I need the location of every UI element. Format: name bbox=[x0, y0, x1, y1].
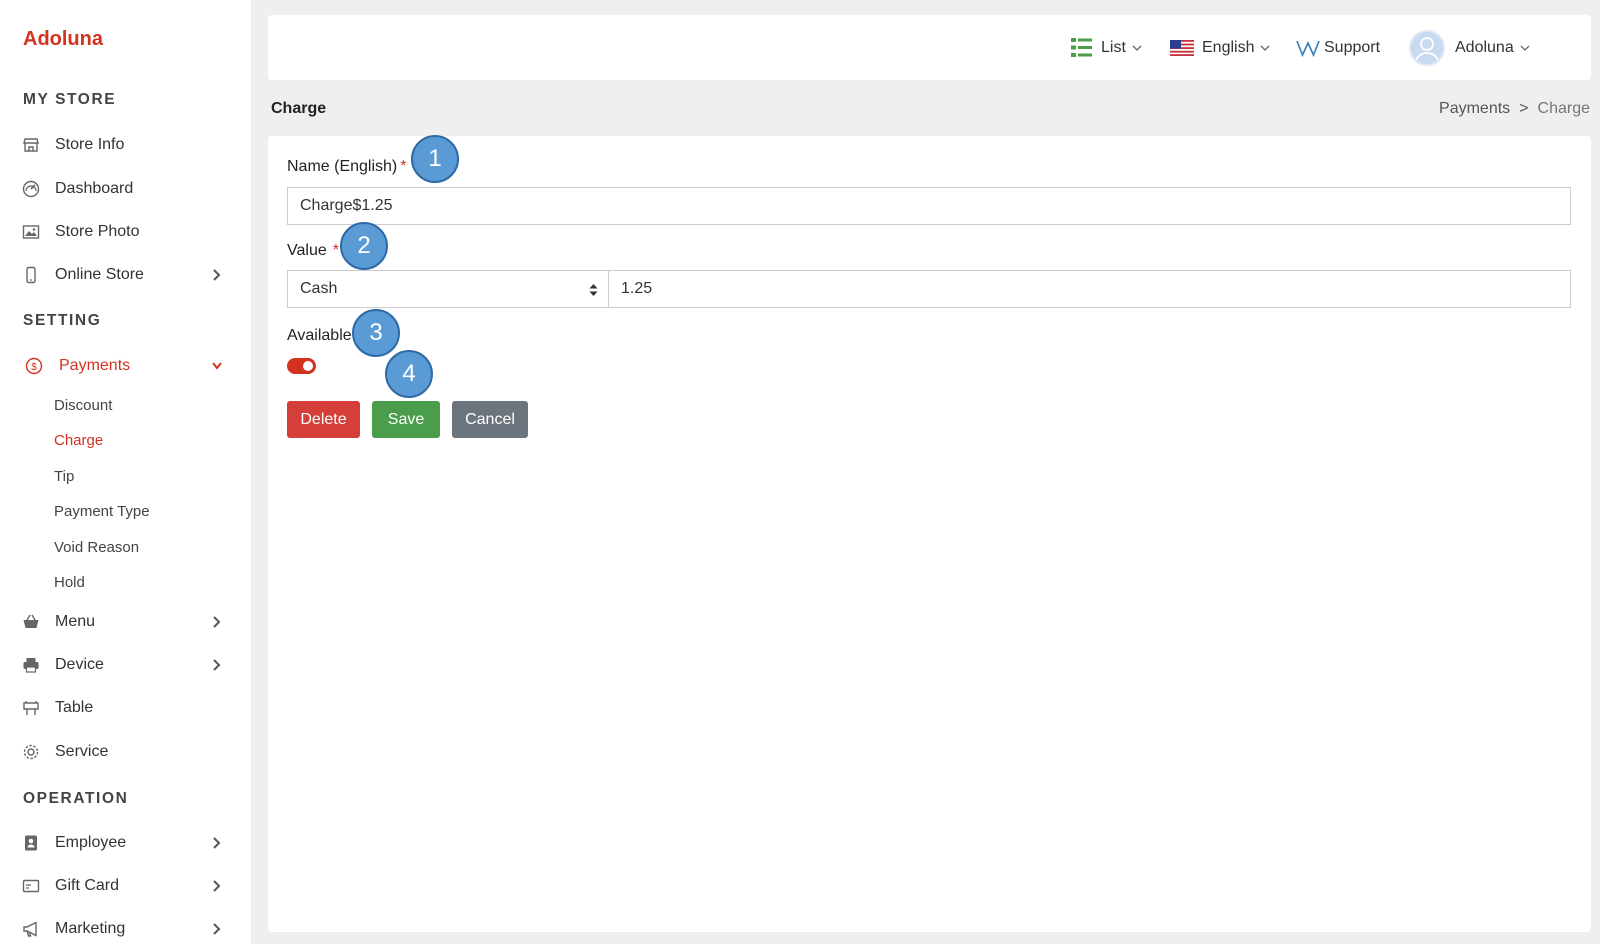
select-arrows-icon bbox=[589, 284, 598, 296]
sidebar-subitem-void-reason[interactable]: Void Reason bbox=[54, 539, 139, 556]
annotation-2: 2 bbox=[340, 222, 388, 270]
sidebar-item-label: Dashboard bbox=[55, 180, 134, 197]
sidebar-item-dashboard[interactable]: Dashboard bbox=[0, 171, 251, 207]
value-label-text: Value bbox=[287, 242, 327, 259]
avatar bbox=[1409, 29, 1445, 66]
name-input[interactable] bbox=[287, 187, 1571, 225]
sidebar-item-label: Table bbox=[55, 699, 94, 716]
cancel-button[interactable]: Cancel bbox=[452, 401, 528, 438]
annotation-1: 1 bbox=[411, 135, 459, 183]
chevron-down-icon bbox=[212, 362, 222, 370]
megaphone-icon bbox=[23, 921, 37, 937]
sidebar-item-payments[interactable]: $ Payments bbox=[0, 348, 251, 384]
svg-text:$: $ bbox=[31, 362, 37, 373]
chevron-right-icon bbox=[213, 880, 221, 892]
sidebar-item-label: Store Photo bbox=[55, 223, 140, 240]
value-type-selected: Cash bbox=[300, 280, 338, 297]
sidebar-subitem-hold[interactable]: Hold bbox=[54, 574, 85, 591]
sidebar: Adoluna MY STORE Store Info Dashboard St… bbox=[0, 0, 251, 944]
sidebar-subitem-payment-type[interactable]: Payment Type bbox=[54, 503, 150, 520]
wiki-icon bbox=[1296, 40, 1320, 57]
section-operation: OPERATION bbox=[23, 790, 129, 807]
sidebar-item-employee[interactable]: Employee bbox=[0, 825, 251, 861]
save-button[interactable]: Save bbox=[372, 401, 440, 438]
annotation-3: 3 bbox=[352, 309, 400, 357]
sidebar-item-label: Online Store bbox=[55, 266, 144, 283]
support-label: Support bbox=[1324, 38, 1381, 56]
list-menu-label: List bbox=[1101, 38, 1126, 56]
available-toggle[interactable] bbox=[287, 358, 316, 374]
chevron-right-icon bbox=[213, 269, 221, 281]
sidebar-item-label: Store Info bbox=[55, 136, 125, 153]
chevron-down-icon bbox=[1132, 45, 1142, 51]
breadcrumb-charge: Charge bbox=[1537, 100, 1590, 117]
charge-form-card: Name (English)* Value* Cash Available De… bbox=[268, 136, 1591, 932]
sidebar-item-menu[interactable]: Menu bbox=[0, 604, 251, 640]
sidebar-item-label: Gift Card bbox=[55, 877, 120, 894]
sidebar-item-label: Marketing bbox=[55, 920, 126, 937]
basket-icon bbox=[23, 614, 39, 628]
value-label: Value * bbox=[287, 242, 339, 260]
required-mark: * bbox=[332, 242, 339, 259]
table-icon bbox=[23, 701, 39, 715]
chevron-right-icon bbox=[213, 923, 221, 935]
dollar-icon: $ bbox=[25, 357, 43, 375]
breadcrumb: Payments > Charge bbox=[1439, 100, 1590, 118]
sidebar-item-marketing[interactable]: Marketing bbox=[0, 911, 251, 944]
user-name: Adoluna bbox=[1455, 38, 1514, 56]
gear-icon bbox=[23, 744, 39, 760]
section-my-store: MY STORE bbox=[23, 91, 117, 108]
language-label: English bbox=[1202, 38, 1255, 56]
user-menu[interactable]: Adoluna bbox=[1409, 15, 1530, 80]
sidebar-item-label: Device bbox=[55, 656, 104, 673]
sidebar-item-gift-card[interactable]: Gift Card bbox=[0, 868, 251, 904]
breadcrumb-payments[interactable]: Payments bbox=[1439, 100, 1510, 117]
sidebar-subitem-charge[interactable]: Charge bbox=[54, 432, 103, 449]
name-label: Name (English) * bbox=[287, 158, 407, 176]
available-label: Available bbox=[287, 327, 352, 344]
sidebar-item-store-info[interactable]: Store Info bbox=[0, 127, 251, 163]
sidebar-subitem-discount[interactable]: Discount bbox=[54, 397, 112, 414]
sidebar-item-store-photo[interactable]: Store Photo bbox=[0, 214, 251, 250]
chevron-right-icon bbox=[213, 616, 221, 628]
us-flag-icon bbox=[1170, 39, 1194, 56]
sidebar-item-label: Service bbox=[55, 743, 109, 760]
top-bar: List English Support Adoluna bbox=[268, 15, 1591, 80]
annotation-4: 4 bbox=[385, 350, 433, 398]
value-type-select[interactable]: Cash bbox=[287, 270, 608, 308]
breadcrumb-separator: > bbox=[1519, 100, 1529, 117]
sidebar-item-label: Payments bbox=[59, 357, 131, 374]
chevron-down-icon bbox=[1520, 45, 1530, 51]
list-menu[interactable]: List bbox=[1071, 15, 1142, 80]
sidebar-item-service[interactable]: Service bbox=[0, 734, 251, 770]
user-icon bbox=[1415, 36, 1439, 62]
chevron-down-icon bbox=[1261, 45, 1270, 51]
page-title: Charge bbox=[271, 100, 327, 117]
sidebar-item-device[interactable]: Device bbox=[0, 647, 251, 683]
photo-icon bbox=[22, 225, 40, 239]
store-icon bbox=[23, 138, 39, 152]
badge-icon bbox=[25, 835, 37, 851]
list-icon bbox=[1071, 38, 1092, 57]
section-setting: SETTING bbox=[23, 312, 102, 329]
mobile-icon bbox=[26, 266, 36, 284]
sidebar-subitem-tip[interactable]: Tip bbox=[54, 468, 74, 485]
value-amount-input[interactable] bbox=[608, 270, 1571, 308]
sidebar-item-label: Employee bbox=[55, 834, 127, 851]
sidebar-item-online-store[interactable]: Online Store bbox=[0, 257, 251, 293]
support-link[interactable]: Support bbox=[1296, 15, 1380, 80]
language-menu[interactable]: English bbox=[1170, 15, 1270, 80]
name-label-text: Name (English) bbox=[287, 158, 398, 175]
dashboard-icon bbox=[22, 180, 40, 198]
delete-button[interactable]: Delete bbox=[287, 401, 360, 438]
toggle-knob bbox=[303, 361, 313, 371]
sidebar-item-table[interactable]: Table bbox=[0, 690, 251, 726]
printer-icon bbox=[23, 658, 39, 673]
chevron-right-icon bbox=[213, 837, 221, 849]
card-icon bbox=[22, 879, 40, 893]
required-mark: * bbox=[400, 158, 407, 175]
sidebar-item-label: Menu bbox=[55, 613, 96, 630]
brand-logo[interactable]: Adoluna bbox=[23, 28, 103, 51]
chevron-right-icon bbox=[213, 659, 221, 671]
